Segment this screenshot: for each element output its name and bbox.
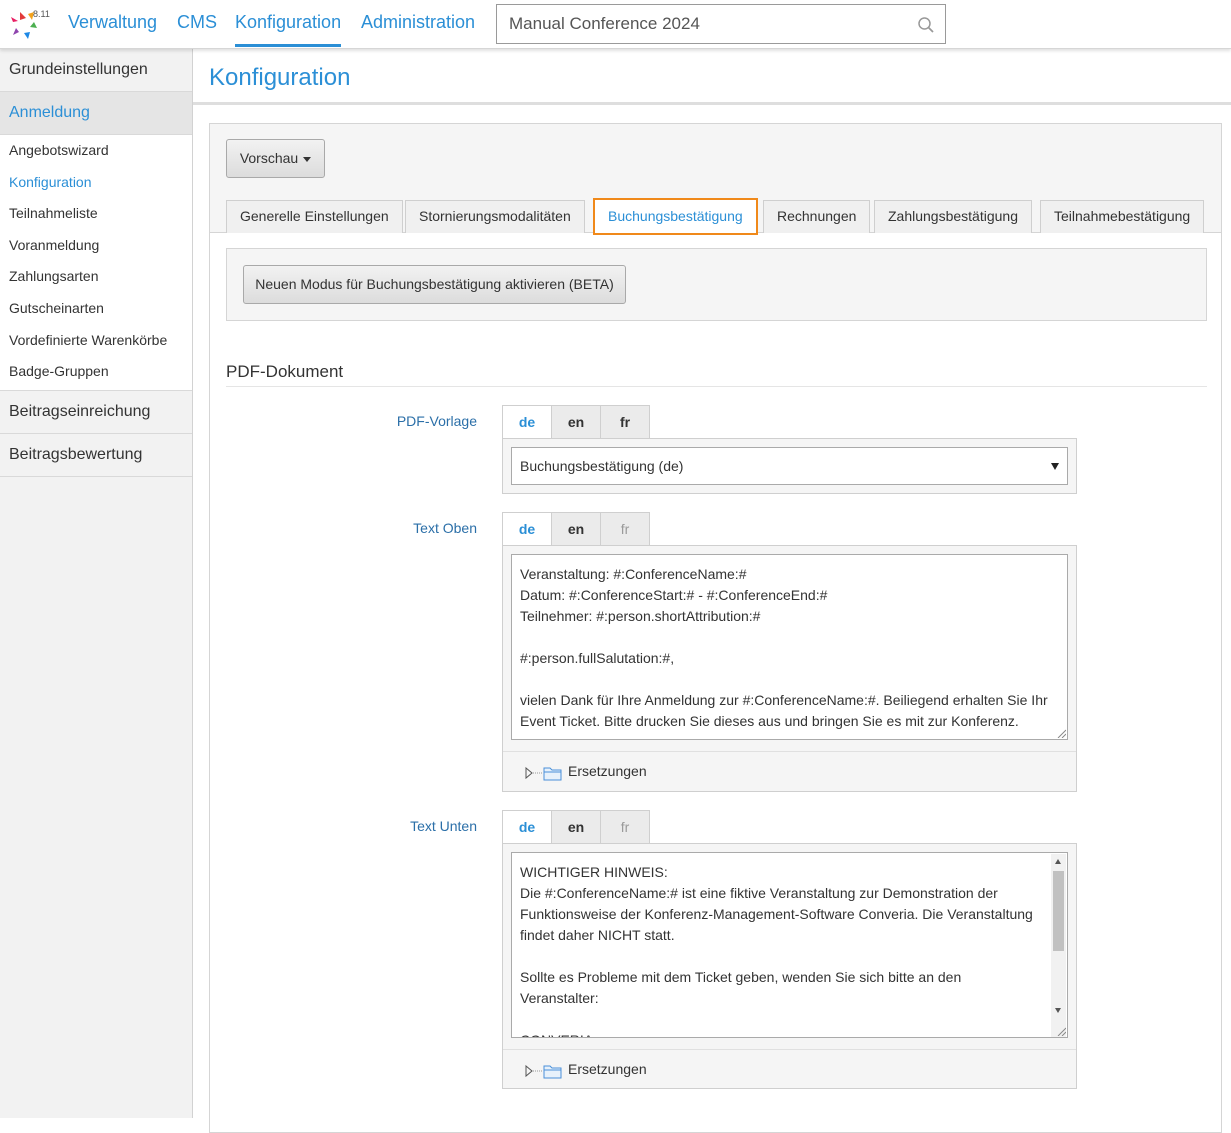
text-unten-scrollbar[interactable]: [1051, 854, 1066, 1037]
conference-search-input[interactable]: [497, 5, 897, 43]
sidebar-anmeldung-submenu: Angebotswizard Konfiguration Teilnahmeli…: [0, 135, 192, 391]
text-unten-tab-fr[interactable]: fr: [600, 810, 650, 844]
tab-teilnahmebestaetigung[interactable]: Teilnahmebestätigung: [1040, 200, 1205, 233]
section-divider: [226, 386, 1207, 387]
sidebar-section-beitragsbewertung[interactable]: Beitragsbewertung: [0, 434, 192, 477]
sidebar-item-gutscheinarten[interactable]: Gutscheinarten: [0, 293, 192, 325]
select-caret-icon: [1051, 463, 1059, 470]
sidebar-item-teilnahmeliste[interactable]: Teilnahmeliste: [0, 198, 192, 230]
text-unten-content: WICHTIGER HINWEIS: Die #:ConferenceName:…: [520, 864, 1033, 1037]
resize-handle-icon[interactable]: [1056, 1026, 1066, 1036]
nav-verwaltung[interactable]: Verwaltung: [68, 12, 157, 44]
caret-down-icon: [303, 156, 312, 162]
text-unten-textarea[interactable]: WICHTIGER HINWEIS: Die #:ConferenceName:…: [511, 852, 1068, 1038]
preview-dropdown-button[interactable]: Vorschau: [226, 139, 325, 178]
text-unten-box: WICHTIGER HINWEIS: Die #:ConferenceName:…: [502, 843, 1077, 1089]
version-label: 8.11: [33, 9, 50, 19]
text-unten-tab-en[interactable]: en: [551, 810, 601, 844]
sidebar: Grundeinstellungen Anmeldung Angebotswiz…: [0, 49, 193, 1118]
tab-rechnungen[interactable]: Rechnungen: [763, 200, 871, 233]
tab-generelle-einstellungen[interactable]: Generelle Einstellungen: [226, 200, 403, 233]
sidebar-item-badge-gruppen[interactable]: Badge-Gruppen: [0, 356, 192, 388]
nav-cms[interactable]: CMS: [177, 12, 217, 44]
top-navigation-bar: 8.11 Verwaltung CMS Konfiguration Admini…: [0, 0, 1231, 49]
text-oben-textarea[interactable]: Veranstaltung: #:ConferenceName:# Datum:…: [511, 554, 1068, 740]
sidebar-item-zahlungsarten[interactable]: Zahlungsarten: [0, 261, 192, 293]
tab-zahlungsbestaetigung[interactable]: Zahlungsbestätigung: [874, 200, 1032, 233]
sidebar-item-angebotswizard[interactable]: Angebotswizard: [0, 135, 192, 167]
tab-buchungsbestaetigung[interactable]: Buchungsbestätigung: [593, 198, 758, 235]
nav-administration[interactable]: Administration: [361, 12, 475, 44]
search-icon[interactable]: [917, 16, 935, 34]
text-unten-tab-de[interactable]: de: [502, 810, 552, 844]
text-oben-tab-de[interactable]: de: [502, 512, 552, 546]
page-title: Konfiguration: [209, 64, 351, 91]
text-unten-label: Text Unten: [410, 818, 477, 834]
pdf-vorlage-tab-en[interactable]: en: [551, 405, 601, 439]
conference-search: [496, 4, 946, 44]
text-oben-replacements[interactable]: Ersetzungen: [503, 751, 1076, 792]
text-oben-content: Veranstaltung: #:ConferenceName:# Datum:…: [520, 566, 1048, 729]
beta-mode-box: Neuen Modus für Buchungsbestätigung akti…: [226, 248, 1207, 321]
text-oben-replacements-label: Ersetzungen: [568, 763, 647, 779]
pdf-vorlage-select[interactable]: Buchungsbestätigung (de): [511, 447, 1068, 485]
sidebar-section-beitragseinreichung[interactable]: Beitragseinreichung: [0, 391, 192, 434]
tree-folder-icon[interactable]: [525, 765, 563, 781]
configuration-panel: Vorschau Generelle Einstellungen Stornie…: [209, 123, 1222, 1133]
pdf-vorlage-label: PDF-Vorlage: [396, 413, 477, 429]
scrollbar-thumb[interactable]: [1053, 871, 1064, 951]
scroll-up-icon[interactable]: [1055, 859, 1061, 864]
scroll-down-icon[interactable]: [1055, 1008, 1061, 1013]
activate-beta-mode-button[interactable]: Neuen Modus für Buchungsbestätigung akti…: [243, 265, 626, 304]
text-unten-replacements[interactable]: Ersetzungen: [503, 1049, 1076, 1090]
sidebar-section-grundeinstellungen[interactable]: Grundeinstellungen: [0, 49, 192, 92]
text-unten-replacements-label: Ersetzungen: [568, 1061, 647, 1077]
section-title-pdf-dokument: PDF-Dokument: [226, 362, 344, 381]
sidebar-item-konfiguration[interactable]: Konfiguration: [0, 167, 192, 199]
sidebar-section-anmeldung[interactable]: Anmeldung: [0, 92, 192, 135]
sidebar-item-voranmeldung[interactable]: Voranmeldung: [0, 230, 192, 262]
nav-konfiguration[interactable]: Konfiguration: [235, 12, 342, 47]
tab-stornierungsmodalitaeten[interactable]: Stornierungsmodalitäten: [405, 200, 585, 233]
panel-header: Vorschau Generelle Einstellungen Stornie…: [210, 124, 1221, 235]
tree-folder-icon[interactable]: [525, 1063, 563, 1079]
text-oben-box: Veranstaltung: #:ConferenceName:# Datum:…: [502, 545, 1077, 792]
pdf-vorlage-selected-value: Buchungsbestätigung (de): [520, 458, 684, 474]
title-divider: [193, 102, 1231, 105]
pdf-vorlage-box: Buchungsbestätigung (de): [502, 438, 1077, 494]
sidebar-item-vordefinierte-warenkoerbe[interactable]: Vordefinierte Warenkörbe: [0, 325, 192, 357]
text-oben-label: Text Oben: [413, 520, 477, 536]
preview-button-label: Vorschau: [239, 150, 299, 166]
text-oben-tab-en[interactable]: en: [551, 512, 601, 546]
resize-handle-icon[interactable]: [1056, 728, 1066, 738]
pdf-vorlage-tab-de[interactable]: de: [502, 405, 552, 439]
text-oben-tab-fr[interactable]: fr: [600, 512, 650, 546]
pdf-vorlage-tab-fr[interactable]: fr: [600, 405, 650, 439]
